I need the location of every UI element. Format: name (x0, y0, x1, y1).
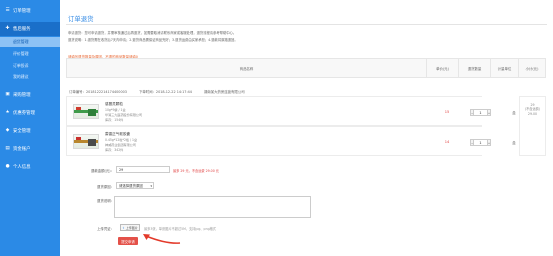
sidebar-item-profile[interactable]: ● 个人信息 (0, 160, 60, 174)
quantity-stepper[interactable]: − 1 + (470, 139, 491, 146)
sidebar-subitem-label: 退货管理 (13, 39, 29, 44)
gift-icon: ✚ (5, 25, 10, 31)
receipt-icon: ☰ (5, 7, 10, 13)
chevron-down-icon: ▾ (150, 183, 152, 188)
sidebar-item-account[interactable]: ▤ 资金账户 (0, 142, 60, 156)
return-desc-textarea[interactable] (114, 196, 311, 218)
upload-button[interactable]: ⇧ 上传图片 (120, 224, 140, 231)
sidebar-item-label: 优惠券管理 (13, 111, 35, 116)
sidebar-item-coupons[interactable]: ★ 优惠券管理 (0, 106, 60, 120)
red-arrow-annotation (143, 234, 181, 244)
shop-name: 湖南某大药房连锁有限公司 (203, 90, 245, 94)
sidebar-subitem-label: 订单投诉 (13, 63, 29, 68)
shield-icon: ◆ (5, 127, 10, 133)
title-divider (66, 24, 547, 25)
sidebar-item-security[interactable]: ◆ 安全管理 (0, 124, 60, 138)
submit-button[interactable]: 提交申请 (118, 237, 138, 245)
refund-amount-note: 最多 29 元，不含运费 29.00 元 (173, 169, 219, 173)
sidebar-item-orders[interactable]: ☰ 订单管理 (0, 4, 60, 18)
product-stock: 库存：154件 (105, 118, 124, 122)
sidebar-item-label: 安全管理 (13, 129, 31, 134)
increment-button[interactable]: + (487, 109, 491, 116)
product-price: 15 (444, 110, 450, 114)
page-title: 订单退货 (68, 15, 94, 23)
quantity-input[interactable]: 1 (474, 109, 487, 116)
order-number: 订单编号：2018122214174400003 (69, 89, 127, 94)
sidebar-item-label: 售后服务 (13, 27, 31, 32)
sidebar-item-after-sales[interactable]: ✚ 售后服务 (0, 22, 60, 36)
order-time-label: 下单时间： (138, 90, 156, 94)
upload-button-label: 上传图片 (125, 225, 138, 230)
column-header-qty: 退货数量 (458, 58, 491, 78)
product-price: 14 (444, 140, 450, 144)
star-icon: ★ (5, 109, 10, 115)
order-number-value: 2018122214174400003 (85, 90, 127, 94)
user-icon: ● (5, 163, 10, 169)
sidebar-item-label: 订单管理 (13, 9, 31, 14)
column-header-subtotal: 小计(元) (518, 58, 546, 78)
intro-text-1: 申请退货：您可申请退货，并需审核通过后再退货，如需要取消请联系商家或客服处理，退… (68, 31, 237, 35)
sidebar-subitem-returns[interactable]: 退货管理 (0, 37, 60, 47)
subtotal-total: 29.00 (527, 111, 538, 116)
return-desc-label: 退货说明： (97, 199, 114, 203)
refund-amount-label: 退款金额(元)： (91, 169, 114, 173)
column-header-price: 单价(元) (426, 58, 459, 78)
order-time-value: 2018-12-22 14:17:44 (155, 90, 192, 94)
order-info-bar: 订单编号：2018122214174400003 下单时间：2018-12-22… (66, 87, 546, 96)
sidebar: ☰ 订单管理 ✚ 售后服务 退货管理 评价管理 订单投诉 我的建议 ▣ 采购管理… (0, 0, 60, 256)
intro-text-2: 退货说明：1.退货需在收货后7天内申请；2.退货商品需保证商品完好；3.退货运费… (68, 38, 238, 42)
quantity-input[interactable]: 1 (474, 139, 487, 146)
sidebar-item-label: 采购管理 (13, 93, 31, 98)
box-icon: ▣ (5, 91, 10, 97)
sidebar-subitem-suggestions[interactable]: 我的建议 (0, 72, 60, 82)
return-reason-label: 退货原因： (97, 185, 114, 189)
sidebar-subitem-label: 我的建议 (13, 74, 29, 79)
sidebar-item-label: 个人信息 (13, 165, 31, 170)
refund-amount-input[interactable]: 29 (116, 166, 170, 173)
return-reason-select[interactable]: 请选择退货原因 ▾ (116, 182, 154, 189)
quantity-stepper[interactable]: − 1 + (470, 109, 491, 116)
sidebar-subitem-reviews[interactable]: 评价管理 (0, 49, 60, 59)
table-row: 藿香正气软胶囊 0.45g*12粒*2板 / 1盒 神威药业集团有限公司 库存：… (66, 126, 516, 156)
column-header-unit: 计量单位 (490, 58, 519, 78)
upload-icon: ⇧ (122, 225, 125, 230)
sidebar-item-label: 资金账户 (13, 147, 31, 152)
wallet-icon: ▤ (5, 145, 10, 151)
sidebar-subitem-complaints[interactable]: 订单投诉 (0, 61, 60, 71)
product-stock: 库存：342件 (105, 148, 124, 152)
main-content: 订单退货 申请退货：您可申请退货，并需审核通过后再退货，如需要取消请联系商家或客… (60, 0, 553, 256)
upload-label: 上传凭证： (97, 227, 114, 231)
order-number-label: 订单编号： (69, 90, 86, 94)
order-time: 下单时间：2018-12-22 14:17:44 (139, 89, 192, 94)
upload-note: 最多3张，单张图片不超过5M，支持jpg、png格式 (144, 227, 216, 231)
sidebar-item-purchasing[interactable]: ▣ 采购管理 (0, 88, 60, 102)
return-reason-value: 请选择退货原因 (119, 184, 143, 188)
table-row: 感冒灵颗粒 10g*9袋 / 1盒 华润三九医药股份有限公司 库存：154件 1… (66, 96, 516, 126)
product-image (73, 134, 99, 149)
product-image (73, 104, 99, 119)
increment-button[interactable]: + (487, 139, 491, 146)
subtotal-cell: 29 (不含运费) 29.00 (519, 96, 546, 156)
column-header-product: 商品名称 (66, 58, 427, 78)
sidebar-subitem-label: 评价管理 (13, 51, 29, 56)
